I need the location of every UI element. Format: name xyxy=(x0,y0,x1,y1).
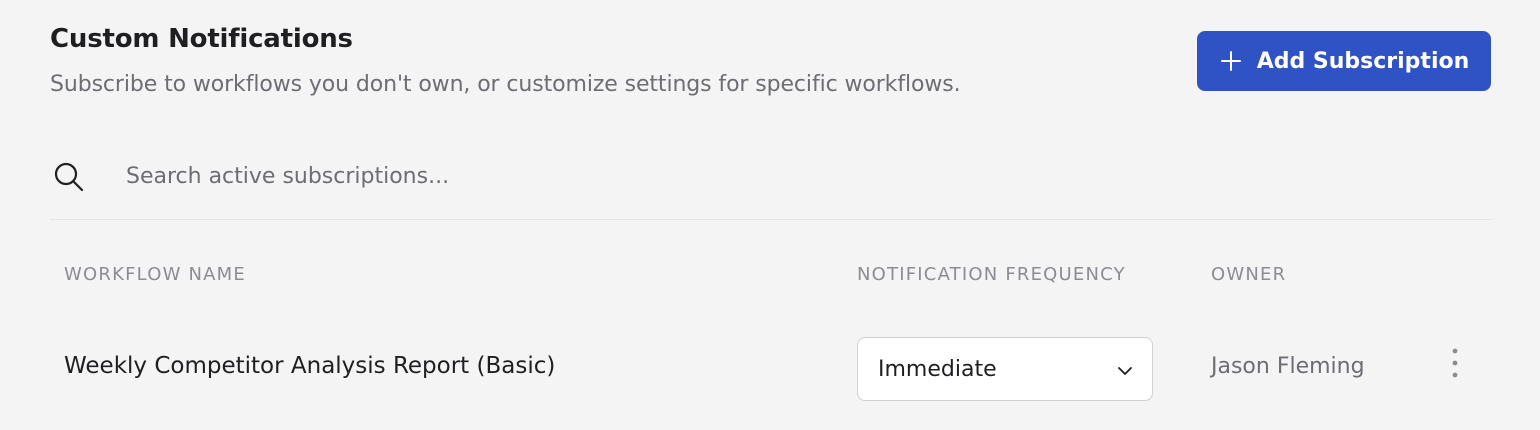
search-input[interactable] xyxy=(126,154,1426,198)
workflow-name-cell: Weekly Competitor Analysis Report (Basic… xyxy=(64,353,556,379)
owner-cell: Jason Fleming xyxy=(1211,354,1365,379)
notification-frequency-value: Immediate xyxy=(878,356,997,382)
column-header-notification-frequency: Notification Frequency xyxy=(857,264,1126,285)
custom-notifications-page: Custom Notifications Subscribe to workfl… xyxy=(0,0,1540,430)
column-header-owner: Owner xyxy=(1211,264,1287,285)
search-bar xyxy=(50,140,1491,220)
column-header-workflow-name: Workflow Name xyxy=(64,264,246,285)
plus-icon xyxy=(1220,51,1241,71)
more-vertical-icon[interactable] xyxy=(1445,346,1465,380)
search-icon xyxy=(54,162,84,192)
page-subtitle: Subscribe to workflows you don't own, or… xyxy=(50,72,961,97)
page-title: Custom Notifications xyxy=(50,24,353,54)
add-subscription-button[interactable]: Add Subscription xyxy=(1197,31,1491,91)
notification-frequency-select[interactable]: Immediate xyxy=(857,337,1153,401)
add-subscription-label: Add Subscription xyxy=(1256,48,1470,74)
table-row: Weekly Competitor Analysis Report (Basic… xyxy=(50,330,1491,410)
chevron-down-icon xyxy=(1118,367,1132,375)
